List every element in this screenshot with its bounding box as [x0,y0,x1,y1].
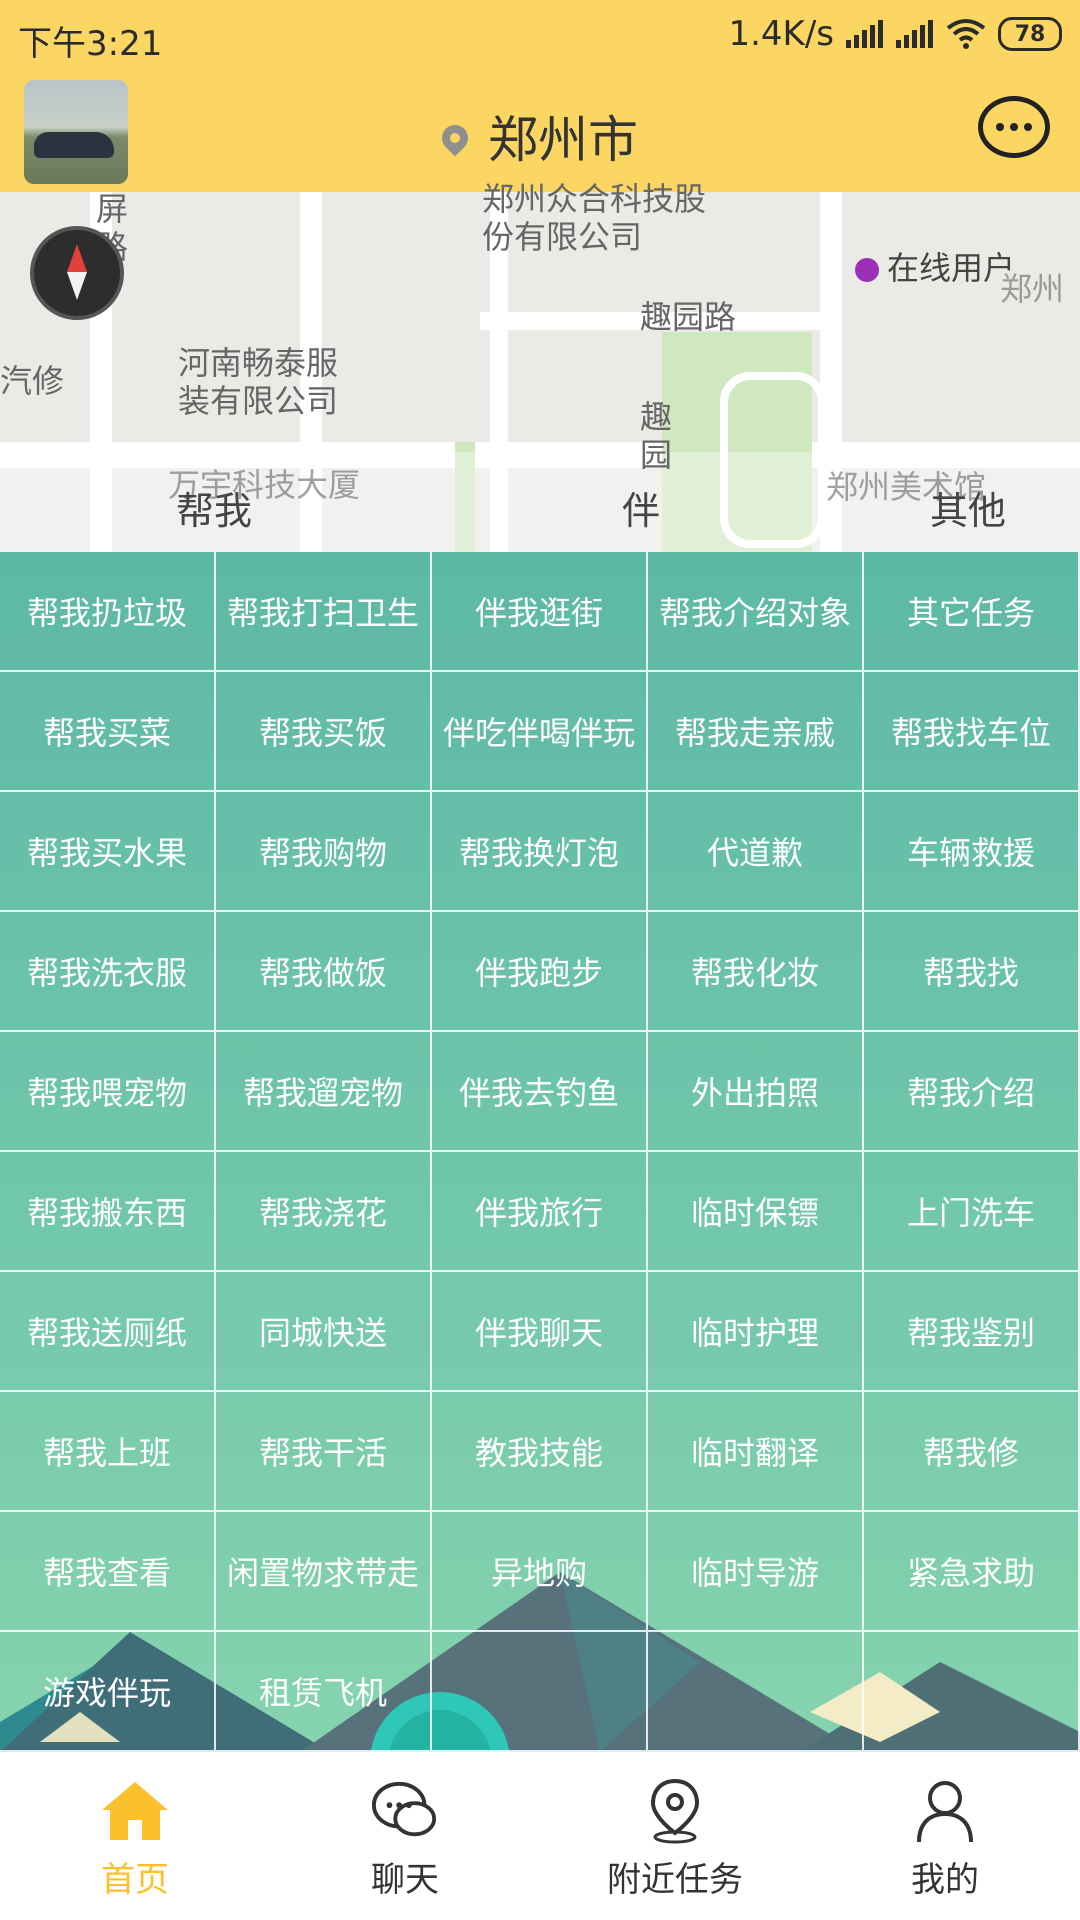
category-tab-accompany[interactable]: 伴 [622,480,660,535]
city-selector[interactable]: 郑州市 [0,100,1080,172]
nav-nearby-label: 附近任务 [607,1860,743,1900]
task-cell[interactable]: 帮我买菜 [0,672,216,792]
task-cell [864,1632,1080,1752]
chat-icon [370,1776,440,1846]
task-grid: 帮我扔垃圾 帮我打扫卫生 伴我逛街 帮我介绍对象 其它任务 帮我买菜 帮我买饭 伴吃伴喝伴玩帮… [0,552,1080,1752]
map-label: 河南畅泰服装有限公司 [178,344,339,420]
task-cell[interactable]: 帮我洗衣服 [0,912,216,1032]
task-cell[interactable]: 帮我介绍 [864,1032,1080,1152]
task-cell[interactable]: 帮我换灯泡 [432,792,648,912]
status-time: 下午3:21 [18,24,163,64]
task-cell[interactable]: 伴我聊天 [432,1272,648,1392]
task-cell[interactable]: 帮我找 [864,912,1080,1032]
task-cell[interactable]: 代道歉 [648,792,864,912]
task-cell[interactable]: 帮我遛宠物 [216,1032,432,1152]
task-cell[interactable]: 帮我买水果 [0,792,216,912]
task-cell[interactable]: 帮我鉴别 [864,1272,1080,1392]
task-cell[interactable]: 帮我化妆 [648,912,864,1032]
user-icon [910,1776,980,1846]
task-cell[interactable]: 帮我修 [864,1392,1080,1512]
task-cell[interactable]: 紧急求助 [864,1512,1080,1632]
nav-nearby-tasks[interactable]: 附近任务 [540,1752,810,1920]
task-cell[interactable]: 帮我送厕纸 [0,1272,216,1392]
message-icon[interactable] [978,96,1050,158]
task-cell[interactable]: 帮我做饭 [216,912,432,1032]
task-cell [432,1632,648,1752]
nav-chat[interactable]: 聊天 [270,1752,540,1920]
task-cell[interactable]: 帮我喂宠物 [0,1032,216,1152]
task-cell[interactable]: 伴吃伴喝伴玩 [432,672,648,792]
task-cell[interactable]: 伴我逛街 [432,552,648,672]
task-cell[interactable]: 教我技能 [432,1392,648,1512]
nav-profile-label: 我的 [911,1860,979,1900]
task-cell[interactable]: 其它任务 [864,552,1080,672]
nav-chat-label: 聊天 [371,1860,439,1900]
task-cell[interactable]: 临时导游 [648,1512,864,1632]
task-cell[interactable]: 帮我打扫卫生 [216,552,432,672]
map-label: 趣园路 [640,298,737,336]
task-cell[interactable]: 帮我走亲戚 [648,672,864,792]
task-cell[interactable]: 租赁飞机 [216,1632,432,1752]
task-cell[interactable]: 同城快送 [216,1272,432,1392]
task-cell[interactable]: 伴我去钓鱼 [432,1032,648,1152]
task-cell[interactable]: 临时翻译 [648,1392,864,1512]
map-label: 郑州众合科技股份有限公司 [482,180,707,256]
task-cell[interactable]: 临时保镖 [648,1152,864,1272]
status-bar: 下午3:21 1.4K/s 78 [0,0,1080,72]
battery-icon: 78 [998,17,1062,51]
task-cell[interactable]: 帮我购物 [216,792,432,912]
task-cell[interactable]: 临时护理 [648,1272,864,1392]
category-tab-other[interactable]: 其他 [930,480,1006,535]
location-pin-icon [436,119,474,157]
task-cell[interactable]: 帮我搬东西 [0,1152,216,1272]
nav-home-label: 首页 [101,1860,169,1900]
task-cell[interactable]: 游戏伴玩 [0,1632,216,1752]
task-cell[interactable]: 上门洗车 [864,1152,1080,1272]
task-cell [648,1632,864,1752]
map-label: 汽修 [0,362,65,400]
city-name: 郑州市 [488,111,638,169]
nav-profile[interactable]: 我的 [810,1752,1080,1920]
task-cell[interactable]: 车辆救援 [864,792,1080,912]
task-cell[interactable]: 帮我查看 [0,1512,216,1632]
task-cell[interactable]: 帮我介绍对象 [648,552,864,672]
task-cell[interactable]: 异地购 [432,1512,648,1632]
task-cell[interactable]: 帮我买饭 [216,672,432,792]
map-label: 趣园 [640,398,673,474]
task-cell[interactable]: 伴我旅行 [432,1152,648,1272]
signal-icon-2 [896,20,934,48]
signal-icon [846,20,884,48]
wifi-icon [946,19,986,49]
task-cell[interactable]: 帮我扔垃圾 [0,552,216,672]
nav-home[interactable]: 首页 [0,1752,270,1920]
task-cell[interactable]: 帮我找车位 [864,672,1080,792]
task-cell[interactable]: 外出拍照 [648,1032,864,1152]
compass-icon[interactable] [30,226,124,320]
location-icon [640,1776,710,1846]
online-users-label: 在线用户 [887,249,1016,287]
task-cell[interactable]: 帮我上班 [0,1392,216,1512]
task-cell[interactable]: 帮我浇花 [216,1152,432,1272]
task-cell[interactable]: 伴我跑步 [432,912,648,1032]
user-marker-icon [855,258,879,282]
category-tab-help[interactable]: 帮我 [176,480,252,535]
online-users[interactable]: 在线用户 [855,243,1015,289]
bottom-nav: 首页 聊天 附近任务 我的 [0,1752,1080,1920]
task-cell[interactable]: 闲置物求带走 [216,1512,432,1632]
network-speed: 1.4K/s [728,14,834,54]
task-cell[interactable]: 帮我干活 [216,1392,432,1512]
home-icon [100,1776,170,1846]
